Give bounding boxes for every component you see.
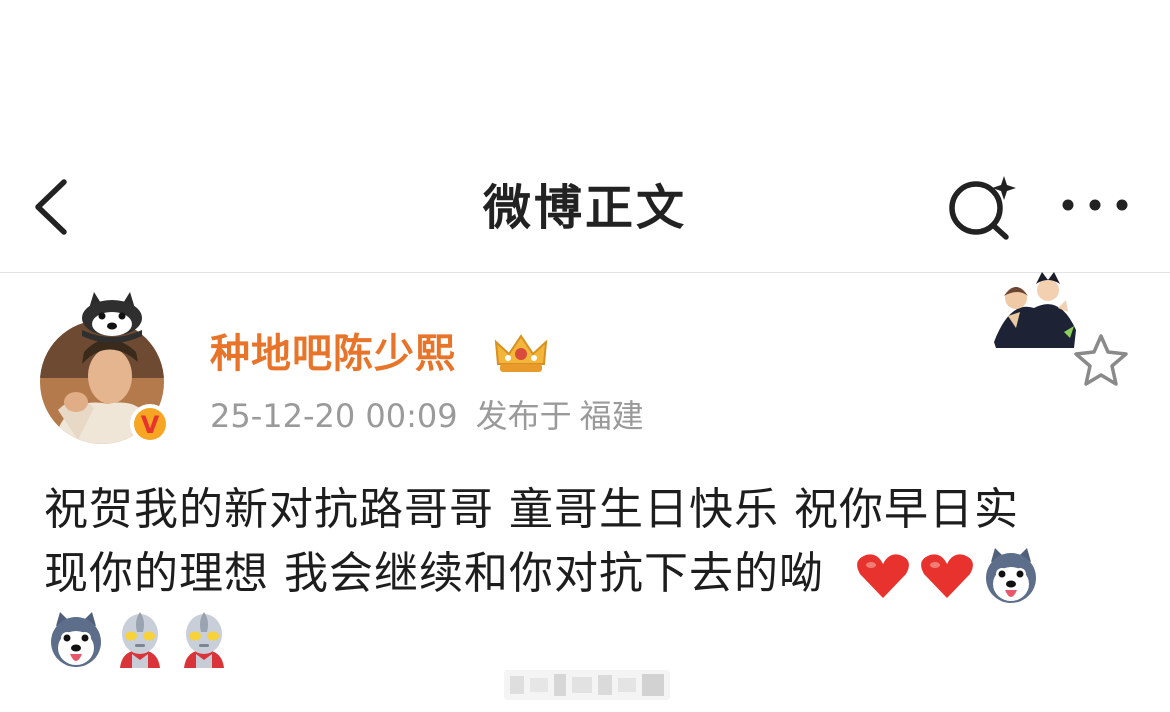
avatar[interactable]: V <box>38 290 178 450</box>
post-timestamp: 25-12-20 00:09 <box>210 397 458 435</box>
husky-emoji-icon <box>981 546 1041 606</box>
search-button[interactable] <box>944 174 1020 244</box>
more-button[interactable] <box>1054 188 1136 222</box>
weibo-post-page: 微博正文 V 种地吧陈少熙 25-12-20 00:09 发布于 福建 祝贺我的… <box>0 0 1170 712</box>
crown-badge-icon[interactable] <box>492 334 550 376</box>
verified-v-icon: V <box>130 404 170 444</box>
post-meta: 25-12-20 00:09 发布于 福建 <box>210 394 644 438</box>
svg-text:V: V <box>141 411 160 439</box>
post-text-line-1: 祝贺我的新对抗路哥哥 童哥生日快乐 祝你早日实 <box>44 484 1019 535</box>
heart-emoji-icon <box>917 546 977 606</box>
card-decoration-art <box>990 272 1080 350</box>
author-name[interactable]: 种地吧陈少熙 <box>210 328 456 380</box>
post-text-line-2: 现你的理想 我会继续和你对抗下去的呦 <box>44 542 1144 606</box>
star-icon <box>1074 334 1128 386</box>
post-text: 祝贺我的新对抗路哥哥 童哥生日快乐 祝你早日实 现你的理想 我会继续和你对抗下去… <box>44 478 1144 670</box>
husky-emoji-icon <box>46 610 106 670</box>
heart-emoji-icon <box>853 546 913 606</box>
ultraman-emoji-icon <box>174 610 234 670</box>
watermark-blur <box>504 668 670 702</box>
post-location: 福建 <box>579 397 644 435</box>
post-text-line-3 <box>44 606 1144 670</box>
ultraman-emoji-icon <box>110 610 170 670</box>
favorite-button[interactable] <box>1070 330 1132 392</box>
published-label: 发布于 <box>475 397 572 435</box>
search-sparkle-icon <box>949 176 1016 240</box>
husky-frame-icon <box>82 292 142 343</box>
nav-bar: 微博正文 <box>0 150 1170 272</box>
more-dots-icon <box>1062 199 1128 211</box>
post-text-line-2-text: 现你的理想 我会继续和你对抗下去的呦 <box>44 548 824 599</box>
